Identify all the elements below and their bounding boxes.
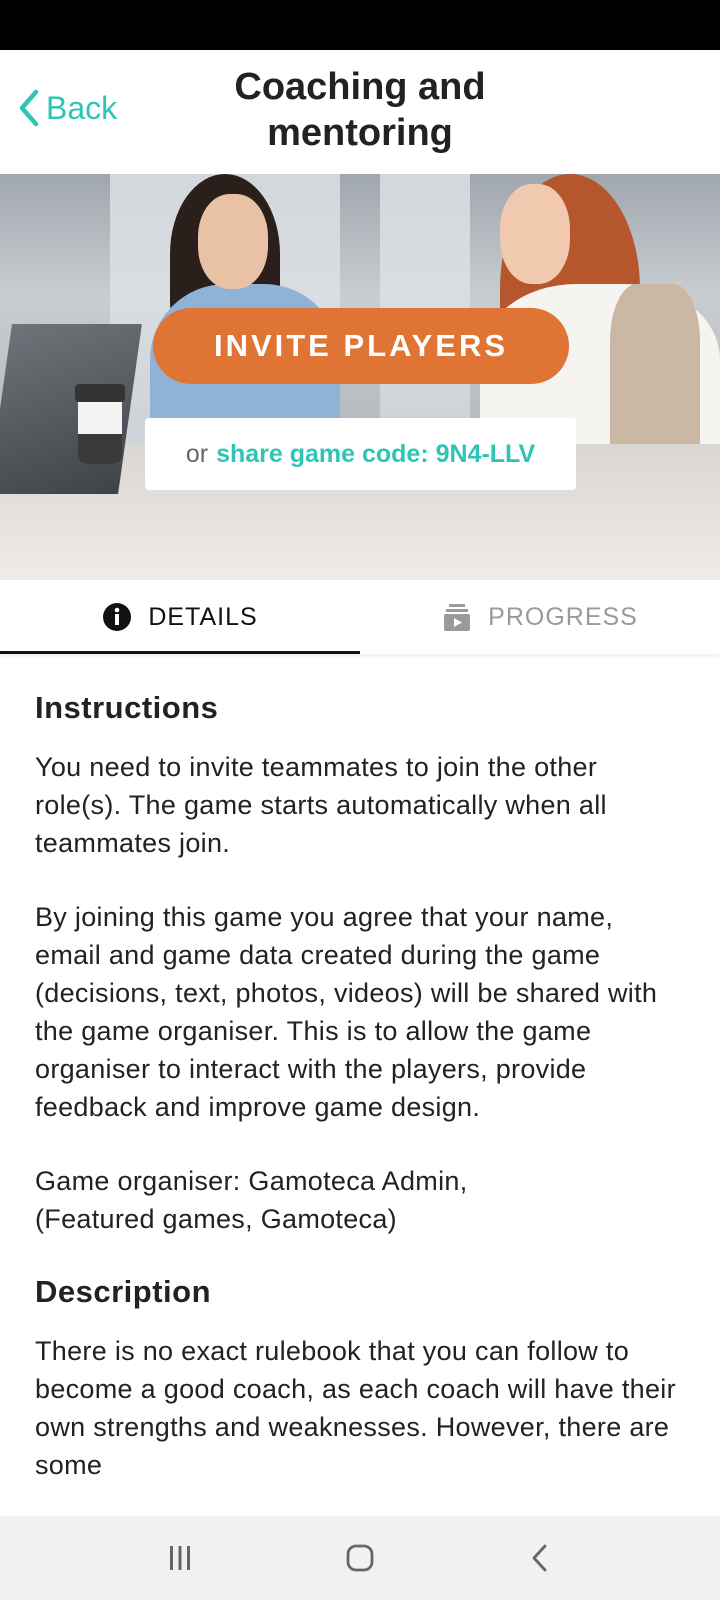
system-back-button[interactable] [510, 1528, 570, 1588]
hero-image: INVITE PLAYERS or share game code: 9N4-L… [0, 174, 720, 580]
page-title: Coaching and mentoring [234, 66, 486, 154]
photo-coffee-cup [75, 384, 125, 464]
recent-apps-button[interactable] [150, 1528, 210, 1588]
info-icon [102, 602, 132, 632]
progress-icon [442, 602, 472, 632]
tab-progress-label: PROGRESS [488, 602, 638, 631]
invite-players-button[interactable]: INVITE PLAYERS [153, 308, 569, 384]
home-icon [346, 1544, 374, 1572]
tab-details[interactable]: DETAILS [0, 580, 360, 654]
tab-bar: DETAILS PROGRESS [0, 580, 720, 654]
system-nav-bar [0, 1516, 720, 1600]
instructions-text: You need to invite teammates to join the… [35, 752, 607, 858]
recent-apps-icon [170, 1546, 190, 1570]
organiser-line-2: (Featured games, Gamoteca) [35, 1204, 397, 1234]
share-prefix: or [185, 439, 209, 468]
organiser-line-1: Game organiser: Gamoteca Admin, [35, 1166, 468, 1196]
description-text: There is no exact rulebook that you can … [35, 1336, 676, 1480]
instructions-heading: Instructions [35, 690, 219, 725]
consent-text: By joining this game you agree that your… [35, 902, 658, 1122]
organiser-text: Game organiser: Gamoteca Admin, (Feature… [35, 1162, 685, 1238]
home-button[interactable] [330, 1528, 390, 1588]
app-header: Back Coaching and mentoring [0, 50, 720, 174]
description-heading: Description [35, 1274, 212, 1309]
share-game-code[interactable]: or share game code: 9N4-LLV [145, 418, 576, 490]
share-code-link[interactable]: share game code: 9N4-LLV [216, 440, 535, 469]
back-nav-icon [532, 1544, 547, 1572]
chevron-left-icon [19, 89, 39, 127]
tab-details-label: DETAILS [148, 602, 258, 631]
back-button[interactable]: Back [16, 88, 117, 128]
tab-progress[interactable]: PROGRESS [360, 580, 720, 654]
back-label: Back [46, 89, 118, 126]
status-bar [0, 0, 720, 50]
details-content: Instructions You need to invite teammate… [35, 690, 685, 1515]
